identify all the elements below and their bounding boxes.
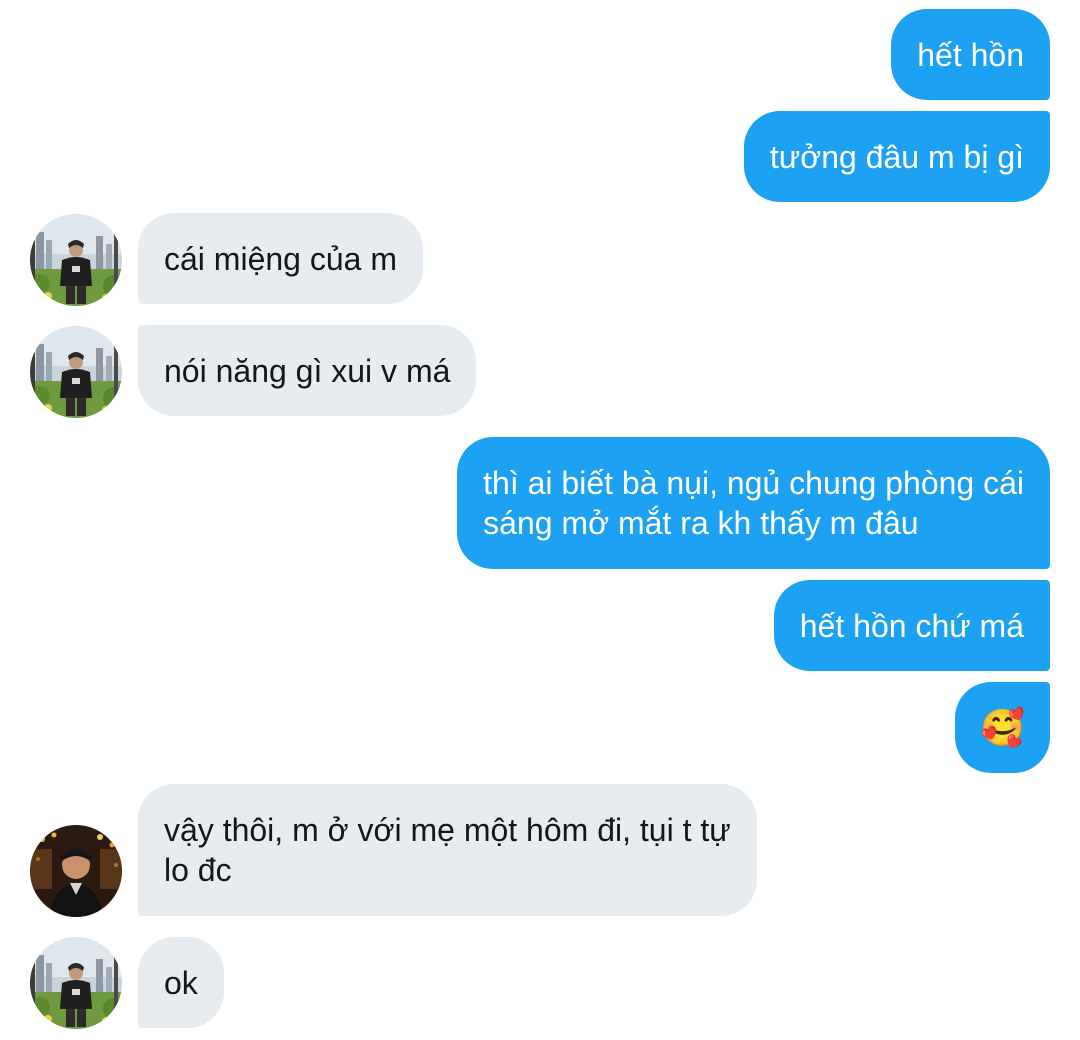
message-text: hết hồn — [917, 36, 1024, 73]
outgoing-emoji-message[interactable]: 🥰 — [955, 682, 1050, 773]
message-text: hết hồn chứ má — [799, 607, 1024, 644]
message-text: tưởng đâu m bị gì — [769, 138, 1024, 175]
person-outdoors-avatar-image — [30, 214, 122, 306]
smiling-face-with-hearts-emoji: 🥰 — [980, 706, 1025, 748]
contact-avatar[interactable] — [30, 214, 122, 306]
message-text: ok — [164, 964, 198, 1001]
contact-avatar[interactable] — [30, 326, 122, 418]
person-night-lights-avatar-image — [30, 825, 122, 917]
incoming-message[interactable]: nói năng gì xui v má — [138, 325, 477, 416]
outgoing-message[interactable]: thì ai biết bà nụi, ngủ chung phòng cái … — [457, 437, 1050, 569]
person-outdoors-avatar-image — [30, 937, 122, 1029]
message-text: cái miệng của m — [164, 240, 397, 277]
outgoing-message[interactable]: tưởng đâu m bị gì — [743, 111, 1050, 202]
message-text: vậy thôi, m ở với mẹ một hôm đi, tụi t t… — [164, 812, 731, 888]
outgoing-message[interactable]: hết hồn chứ má — [773, 580, 1050, 671]
contact-avatar[interactable] — [30, 825, 122, 917]
message-text: nói năng gì xui v má — [164, 352, 451, 389]
incoming-message[interactable]: vậy thôi, m ở với mẹ một hôm đi, tụi t t… — [138, 784, 757, 916]
person-outdoors-avatar-image — [30, 326, 122, 418]
message-text: thì ai biết bà nụi, ngủ chung phòng cái … — [483, 465, 1024, 541]
incoming-message[interactable]: ok — [138, 937, 224, 1028]
outgoing-message[interactable]: hết hồn — [891, 9, 1050, 100]
incoming-message[interactable]: cái miệng của m — [138, 213, 423, 304]
contact-avatar[interactable] — [30, 937, 122, 1029]
